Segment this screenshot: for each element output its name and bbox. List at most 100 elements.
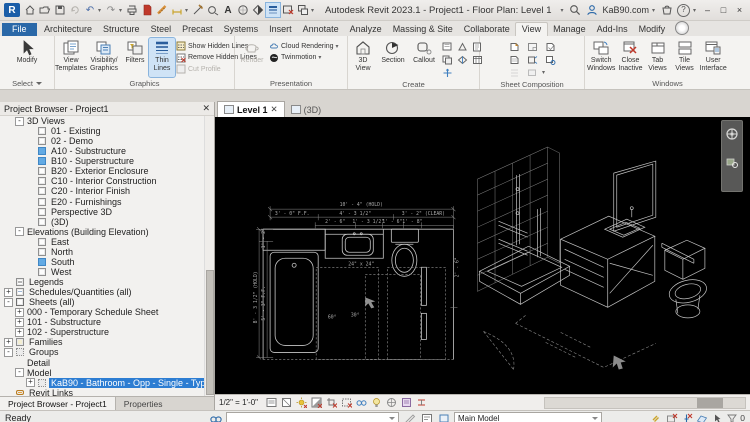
tree-item[interactable]: (3D) <box>0 217 214 227</box>
visibility-graphics-button[interactable]: Visibility/ Graphics <box>87 38 121 77</box>
search-dropdown-icon[interactable]: ▾ <box>560 7 565 14</box>
revisions-icon[interactable] <box>541 40 559 53</box>
scale-control[interactable]: 1/2" = 1'-0" <box>219 398 258 407</box>
tree-item[interactable]: C10 - Interior Construction <box>0 176 214 186</box>
sun-path-icon[interactable] <box>295 397 307 409</box>
worksets-dropdown[interactable] <box>226 412 399 422</box>
tree-item[interactable]: C20 - Interior Finish <box>0 186 214 196</box>
cloud-rendering-button[interactable]: Cloud Rendering▾ <box>269 41 341 51</box>
detail-line-icon[interactable] <box>191 3 205 17</box>
browser-scrollbar[interactable] <box>204 116 214 396</box>
redo-icon[interactable]: ↷ <box>104 3 118 17</box>
search-icon[interactable] <box>568 3 582 17</box>
tree-expander-icon[interactable]: + <box>4 288 13 297</box>
tree-item[interactable]: +101 - Substructure <box>0 317 214 327</box>
minimize-button[interactable]: – <box>701 5 714 15</box>
thin-lines-icon[interactable] <box>266 3 280 17</box>
modify-button[interactable]: Modify <box>14 38 40 77</box>
tree-item[interactable]: B20 - Exterior Enclosure <box>0 166 214 176</box>
tree-item[interactable]: Detail <box>0 358 214 368</box>
ribbon-tab-annotate[interactable]: Annotate <box>297 23 344 36</box>
sync-icon[interactable] <box>68 3 82 17</box>
tree-expander-icon[interactable]: + <box>4 338 13 347</box>
ribbon-tab-modify[interactable]: Modify <box>633 23 671 36</box>
ribbon-tab-architecture[interactable]: Architecture <box>39 23 98 36</box>
section-button[interactable]: Section <box>378 38 408 79</box>
tree-item[interactable]: East <box>0 237 214 247</box>
close-button[interactable]: × <box>733 5 746 15</box>
twinmotion-button[interactable]: Twinmotion▾ <box>269 53 341 63</box>
tile-views-button[interactable]: Tile Views <box>672 38 698 77</box>
account-dropdown-icon[interactable]: ▾ <box>652 7 657 14</box>
crop-view-icon[interactable] <box>325 397 337 409</box>
worksharing-display-icon[interactable] <box>385 397 397 409</box>
viewport-icon[interactable] <box>523 53 541 66</box>
tree-item[interactable]: +KaB90 - Bathroom - Opp - Single - Type … <box>0 378 214 388</box>
tree-item[interactable]: -Sheets (all) <box>0 297 214 307</box>
elevation-icon[interactable] <box>455 40 470 53</box>
tree-item[interactable]: -Groups <box>0 347 214 357</box>
view-tab-close-icon[interactable]: ✕ <box>271 104 278 115</box>
tree-expander-icon[interactable]: - <box>15 227 24 236</box>
tree-item[interactable]: Legends <box>0 277 214 287</box>
help-icon[interactable]: ? <box>677 4 690 17</box>
temporary-hide-isolate-icon[interactable] <box>355 397 367 409</box>
tree-item[interactable]: 02 - Demo <box>0 136 214 146</box>
3d-view-button[interactable]: 3D View <box>349 38 377 79</box>
select-underlay-icon[interactable] <box>665 412 678 422</box>
view-templates-button[interactable]: View Templates <box>56 38 86 77</box>
dimension-dropdown-icon[interactable]: ▾ <box>185 7 190 14</box>
reveal-constraints-icon[interactable] <box>415 397 427 409</box>
home-icon[interactable] <box>23 3 37 17</box>
tree-item[interactable]: -Model <box>0 368 214 378</box>
export-pdf-icon[interactable] <box>140 3 154 17</box>
redo-dropdown-icon[interactable]: ▾ <box>119 7 124 14</box>
switch-windows-button[interactable]: Switch Windows <box>586 38 616 77</box>
drawing-canvas[interactable]: 10' - 4" (HOLD)3' - 0" F.F.4' - 3 1/2"3'… <box>215 117 750 394</box>
browser-scrollbar-thumb[interactable] <box>206 270 214 395</box>
panel-tab-properties[interactable]: Properties <box>116 397 171 410</box>
tree-expander-icon[interactable]: - <box>15 117 24 126</box>
view-tab--3d-[interactable]: (3D) <box>285 102 328 117</box>
twinmotion-dropdown-icon[interactable]: ▾ <box>318 54 323 61</box>
ribbon-tab-analyze[interactable]: Analyze <box>344 23 387 36</box>
app-store-icon[interactable] <box>660 3 674 17</box>
select-pinned-icon[interactable] <box>680 412 693 422</box>
editable-only-icon[interactable] <box>403 412 416 422</box>
scope-box-icon[interactable] <box>440 66 455 79</box>
ribbon-options-icon[interactable] <box>675 21 689 35</box>
duplicate-view-icon[interactable] <box>440 53 455 66</box>
ribbon-tab-massing-site[interactable]: Massing & Site <box>387 23 458 36</box>
guide-grid-icon[interactable] <box>505 53 523 66</box>
tree-item[interactable]: -3D Views <box>0 116 214 126</box>
save-icon[interactable] <box>53 3 67 17</box>
zoom-tool-icon[interactable] <box>725 155 739 174</box>
default-3d-view-icon[interactable] <box>236 3 250 17</box>
tree-item[interactable]: -Elevations (Building Elevation) <box>0 227 214 237</box>
tree-item[interactable]: Revit Links <box>0 388 214 396</box>
cloud-rendering-dropdown-icon[interactable]: ▾ <box>336 43 341 50</box>
select-links-icon[interactable] <box>650 412 663 422</box>
measure-icon[interactable] <box>155 3 169 17</box>
view-reference-icon[interactable] <box>523 66 541 79</box>
tree-item[interactable]: North <box>0 247 214 257</box>
steering-wheel-icon[interactable] <box>725 127 739 146</box>
insert-views-icon[interactable] <box>541 53 559 66</box>
ribbon-tab-manage[interactable]: Manage <box>548 23 592 36</box>
account-name[interactable]: KaB90.com <box>602 5 649 15</box>
detail-level-icon[interactable] <box>265 397 277 409</box>
design-options-icon[interactable] <box>420 412 433 422</box>
ribbon-tab-view[interactable]: View <box>515 22 547 36</box>
visual-style-icon[interactable] <box>280 397 292 409</box>
text-icon[interactable]: A <box>221 3 235 17</box>
print-icon[interactable] <box>125 3 139 17</box>
temporary-view-properties-icon[interactable] <box>400 397 412 409</box>
switch-windows-qat-icon[interactable] <box>296 3 310 17</box>
tree-item[interactable]: +Schedules/Quantities (all) <box>0 287 214 297</box>
tree-expander-icon[interactable]: + <box>15 328 24 337</box>
ribbon-tab-file[interactable]: File <box>2 23 37 36</box>
tag-icon[interactable] <box>206 3 220 17</box>
drag-on-selection-icon[interactable] <box>710 412 723 422</box>
tree-expander-icon[interactable]: - <box>15 368 24 377</box>
tree-item[interactable]: B10 - Superstructure <box>0 156 214 166</box>
